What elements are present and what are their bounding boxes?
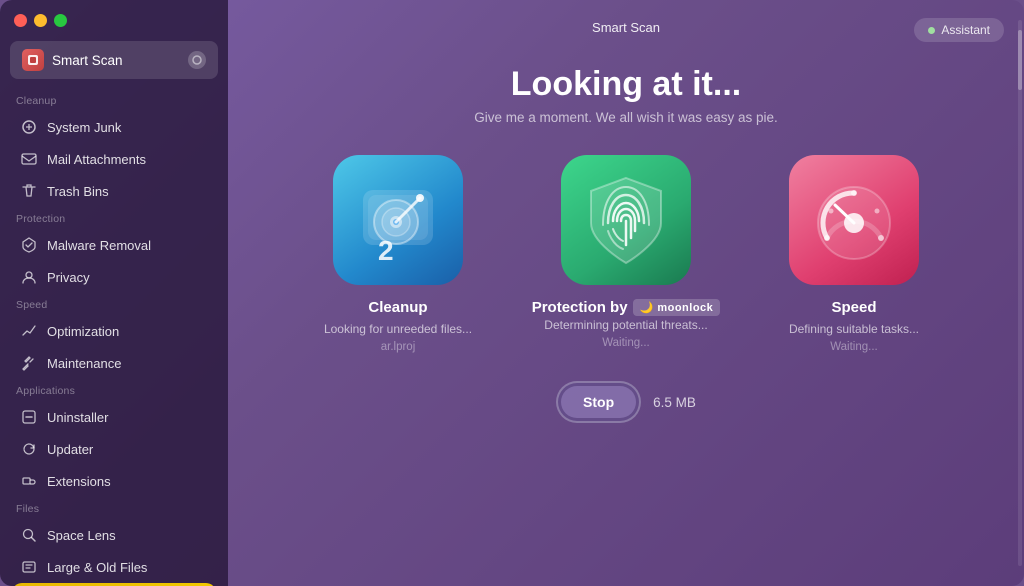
- protection-card-title: Protection by 🌙 moonlock: [532, 299, 721, 316]
- updater-label: Updater: [47, 442, 93, 457]
- sidebar-item-uninstaller[interactable]: Uninstaller: [6, 402, 222, 432]
- scrollbar-track: [1018, 20, 1022, 566]
- header-title: Smart Scan: [592, 20, 660, 35]
- updater-icon: [20, 440, 38, 458]
- cleanup-card-title: Cleanup: [368, 299, 427, 316]
- svg-text:2: 2: [378, 235, 394, 266]
- stop-button-wrap: Stop: [556, 381, 641, 423]
- sidebar: Smart Scan Cleanup System Junk Mail Atta…: [0, 0, 228, 586]
- sidebar-item-extensions[interactable]: Extensions: [6, 466, 222, 496]
- stop-bar: Stop 6.5 MB: [556, 381, 696, 423]
- speed-card-status: Waiting...: [830, 341, 878, 353]
- speed-card-icon: [789, 155, 919, 285]
- sidebar-item-smart-scan[interactable]: Smart Scan: [10, 41, 218, 79]
- trash-bins-label: Trash Bins: [47, 184, 109, 199]
- right-scrollbar[interactable]: [1016, 0, 1024, 586]
- card-speed: Speed Defining suitable tasks... Waiting…: [754, 155, 954, 353]
- sidebar-item-space-lens[interactable]: Space Lens: [6, 520, 222, 550]
- mail-attachments-label: Mail Attachments: [47, 152, 146, 167]
- moonlock-brand: 🌙 moonlock: [633, 299, 721, 316]
- scrollbar-thumb: [1018, 30, 1022, 90]
- cleanup-card-status: ar.lproj: [381, 341, 416, 353]
- minimize-button[interactable]: [34, 14, 47, 27]
- smart-scan-badge: [188, 51, 206, 69]
- cleanup-card-icon: 2: [333, 155, 463, 285]
- section-label-files: Files: [0, 497, 228, 519]
- large-files-icon: [20, 558, 38, 576]
- system-junk-label: System Junk: [47, 120, 121, 135]
- protection-card-subtitle: Determining potential threats...: [544, 316, 707, 334]
- space-lens-label: Space Lens: [47, 528, 116, 543]
- card-protection: Protection by 🌙 moonlock Determining pot…: [526, 155, 726, 349]
- optimization-icon: [20, 322, 38, 340]
- close-button[interactable]: [14, 14, 27, 27]
- maximize-button[interactable]: [54, 14, 67, 27]
- malware-icon: [20, 236, 38, 254]
- uninstaller-label: Uninstaller: [47, 410, 108, 425]
- system-junk-icon: [20, 118, 38, 136]
- section-label-protection: Protection: [0, 207, 228, 229]
- sidebar-item-maintenance[interactable]: Maintenance: [6, 348, 222, 378]
- window-controls: [0, 0, 228, 37]
- main-content: Smart Scan Assistant Looking at it... Gi…: [228, 0, 1024, 586]
- cards-row: 2 Cleanup Looking for unreeded files... …: [298, 155, 954, 353]
- extensions-icon: [20, 472, 38, 490]
- extensions-label: Extensions: [47, 474, 111, 489]
- sidebar-item-mail-attachments[interactable]: Mail Attachments: [6, 144, 222, 174]
- optimization-label: Optimization: [47, 324, 119, 339]
- stop-button[interactable]: Stop: [561, 386, 636, 418]
- protection-card-status: Waiting...: [602, 337, 650, 349]
- main-title: Looking at it...: [511, 65, 741, 104]
- header-bar: Smart Scan Assistant: [228, 10, 1024, 45]
- speed-card-title: Speed: [831, 299, 876, 316]
- large-old-files-label: Large & Old Files: [47, 560, 147, 575]
- sidebar-item-large-old-files[interactable]: Large & Old Files: [6, 552, 222, 582]
- main-subtitle: Give me a moment. We all wish it was eas…: [474, 110, 778, 125]
- card-cleanup: 2 Cleanup Looking for unreeded files... …: [298, 155, 498, 353]
- smart-scan-label: Smart Scan: [52, 53, 123, 68]
- data-size-label: 6.5 MB: [653, 395, 696, 410]
- privacy-label: Privacy: [47, 270, 90, 285]
- sidebar-item-malware-removal[interactable]: Malware Removal: [6, 230, 222, 260]
- sidebar-item-privacy[interactable]: Privacy: [6, 262, 222, 292]
- speed-card-subtitle: Defining suitable tasks...: [789, 320, 919, 338]
- malware-removal-label: Malware Removal: [47, 238, 151, 253]
- maintenance-icon: [20, 354, 38, 372]
- mail-icon: [20, 150, 38, 168]
- trash-icon: [20, 182, 38, 200]
- uninstaller-icon: [20, 408, 38, 426]
- section-label-applications: Applications: [0, 379, 228, 401]
- app-window: Smart Scan Cleanup System Junk Mail Atta…: [0, 0, 1024, 586]
- assistant-button[interactable]: Assistant: [914, 18, 1004, 42]
- space-lens-icon: [20, 526, 38, 544]
- maintenance-label: Maintenance: [47, 356, 121, 371]
- assistant-status-dot: [928, 27, 935, 34]
- smart-scan-icon: [22, 49, 44, 71]
- section-label-speed: Speed: [0, 293, 228, 315]
- sidebar-item-optimization[interactable]: Optimization: [6, 316, 222, 346]
- sidebar-item-updater[interactable]: Updater: [6, 434, 222, 464]
- protection-card-icon: [561, 155, 691, 285]
- sidebar-item-system-junk[interactable]: System Junk: [6, 112, 222, 142]
- privacy-icon: [20, 268, 38, 286]
- assistant-label: Assistant: [941, 23, 990, 37]
- sidebar-item-trash-bins[interactable]: Trash Bins: [6, 176, 222, 206]
- cleanup-card-subtitle: Looking for unreeded files...: [324, 320, 472, 338]
- section-label-cleanup: Cleanup: [0, 89, 228, 111]
